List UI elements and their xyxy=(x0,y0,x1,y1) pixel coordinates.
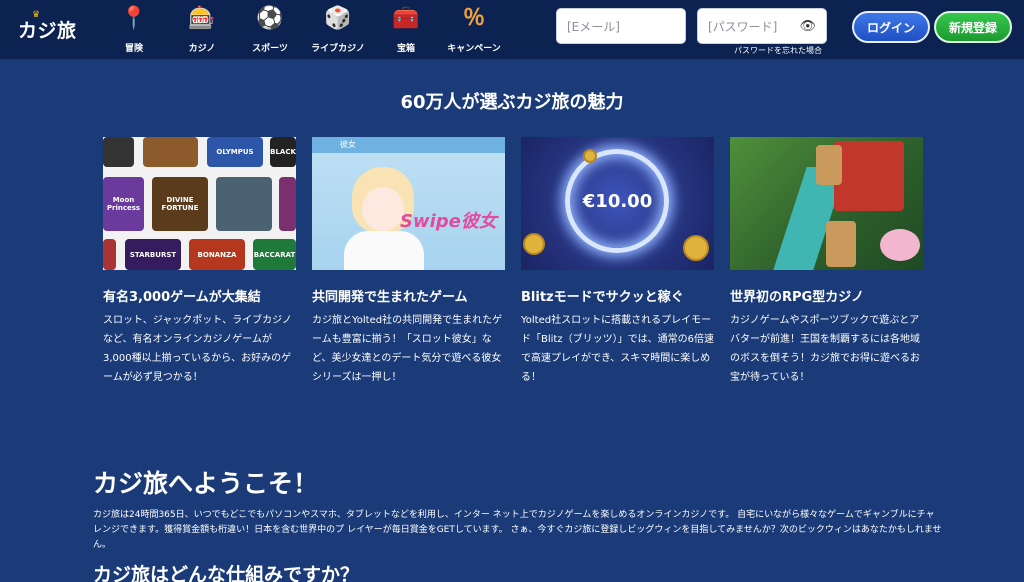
welcome-heading: カジ旅へようこそ！ xyxy=(93,469,319,498)
percent-badge-icon: ％ xyxy=(462,6,485,31)
features-heading: 60万人が選ぶカジ旅の魅力 xyxy=(400,92,624,113)
nav-item-live-casino[interactable]: 🎲 ライブカジノ xyxy=(304,4,372,58)
login-button[interactable]: ログイン xyxy=(852,11,930,43)
password-input[interactable]: [パスワード] 👁 xyxy=(697,8,827,44)
nav-label: スポーツ xyxy=(252,44,288,54)
game-tile: Moon Princess xyxy=(103,177,144,231)
feature-description: Yolted社スロットに搭載されるプレイモード「Blitz（ブリッツ）」では、通… xyxy=(521,315,714,383)
game-tile: BONANZA xyxy=(189,239,245,270)
character-face xyxy=(362,187,404,231)
treasure-chest-icon: 🧰 xyxy=(392,6,420,31)
game-tile: DIVINE FORTUNE xyxy=(152,177,208,231)
slot-machine-icon: 🎰 xyxy=(188,6,216,31)
map-pin-icon: 📍 xyxy=(120,6,148,31)
main-nav: 📍 冒険 🎰 カジノ ⚽ スポーツ 🎲 ライブカジノ 🧰 宝箱 ％ キャンペーン xyxy=(100,4,508,58)
character-body xyxy=(344,231,424,270)
crown-icon: ♛ xyxy=(32,10,41,20)
game-tile: STARBURST xyxy=(125,239,181,270)
soccer-ball-icon: ⚽ xyxy=(256,6,284,31)
forgot-password-link[interactable]: パスワードを忘れた場合 xyxy=(734,45,822,56)
game-tile: BLACK xyxy=(270,137,296,167)
top-header: ♛ カジ旅 📍 冒険 🎰 カジノ ⚽ スポーツ 🎲 ライブカジノ 🧰 宝箱 ％ … xyxy=(0,0,1024,60)
feature-card-games: OLYMPUS BLACK Moon Princess DIVINE FORTU… xyxy=(103,137,296,387)
feature-card-collab: 彼女 Swipe彼女 共同開発で生まれたゲーム カジ旅とYolted社の共同開発… xyxy=(312,137,505,387)
roulette-table-icon: 🎲 xyxy=(324,6,352,31)
nav-item-treasure[interactable]: 🧰 宝箱 xyxy=(372,4,440,58)
game-tile xyxy=(143,137,198,167)
game-tile: OLYMPUS xyxy=(207,137,263,167)
logo-text: カジ旅 xyxy=(18,20,77,42)
coin-icon xyxy=(583,149,597,163)
nav-item-adventure[interactable]: 📍 冒険 xyxy=(100,4,168,58)
feature-title: 有名3,000ゲームが大集結 xyxy=(103,290,261,305)
how-it-works-heading: カジ旅はどんな仕組みですか？ xyxy=(93,564,360,582)
email-input[interactable]: [Eメール] xyxy=(556,8,686,44)
coin-icon xyxy=(683,235,709,261)
email-placeholder: [Eメール] xyxy=(567,19,620,34)
game-tile: BACCARAT xyxy=(253,239,296,270)
feature-description: スロット、ジャックポット、ライブカジノなど、有名オンラインカジノゲームが3,00… xyxy=(103,315,292,383)
eye-icon[interactable]: 👁 xyxy=(799,19,816,34)
map-barrel xyxy=(816,145,842,185)
game-tile xyxy=(216,177,272,231)
kanojo-badge: 彼女 xyxy=(340,140,356,149)
feature-description: カジノゲームやスポーツブックで遊ぶとアバターが前進！王国を制覇するには各地域のボ… xyxy=(730,315,920,383)
anime-girl-image: 彼女 Swipe彼女 xyxy=(312,137,505,270)
rpg-map-image xyxy=(730,137,923,270)
map-blossom xyxy=(880,229,920,261)
game-collage-image: OLYMPUS BLACK Moon Princess DIVINE FORTU… xyxy=(103,137,296,270)
feature-title: Blitzモードでサクッと稼ぐ xyxy=(521,290,684,305)
prize-amount: €10.00 xyxy=(582,191,653,212)
swipe-kanojo-logo: Swipe彼女 xyxy=(400,211,497,232)
blitz-ring-image: €10.00 xyxy=(521,137,714,270)
game-tile xyxy=(279,177,296,231)
nav-label: 宝箱 xyxy=(396,44,415,54)
map-barrel xyxy=(826,221,856,267)
nav-item-campaign[interactable]: ％ キャンペーン xyxy=(440,4,508,58)
site-logo[interactable]: ♛ カジ旅 xyxy=(18,10,77,43)
nav-label: 冒険 xyxy=(124,44,143,54)
feature-card-rpg: 世界初のRPG型カジノ カジノゲームやスポーツブックで遊ぶとアバターが前進！王国… xyxy=(730,137,923,387)
nav-item-casino[interactable]: 🎰 カジノ xyxy=(168,4,236,58)
nav-item-sports[interactable]: ⚽ スポーツ xyxy=(236,4,304,58)
nav-label: ライブカジノ xyxy=(311,44,365,54)
game-tile xyxy=(103,239,116,270)
password-placeholder: [パスワード] xyxy=(708,19,778,34)
nav-label: キャンペーン xyxy=(447,44,501,54)
game-tile xyxy=(103,137,134,167)
coin-icon xyxy=(523,233,545,255)
feature-description: カジ旅とYolted社の共同開発で生まれたゲームも豊富に揃う！「スロット彼女」な… xyxy=(312,315,503,383)
feature-title: 共同開発で生まれたゲーム xyxy=(312,290,468,305)
map-castle xyxy=(834,141,904,211)
register-button[interactable]: 新規登録 xyxy=(934,11,1012,43)
welcome-paragraph: カジ旅は24時間365日、いつでもどこでもパソコンやスマホ、タブレットなどを利用… xyxy=(93,510,942,550)
feature-title: 世界初のRPG型カジノ xyxy=(730,290,864,305)
nav-label: カジノ xyxy=(188,44,216,54)
feature-card-blitz: €10.00 Blitzモードでサクッと稼ぐ Yolted社スロットに搭載される… xyxy=(521,137,714,387)
